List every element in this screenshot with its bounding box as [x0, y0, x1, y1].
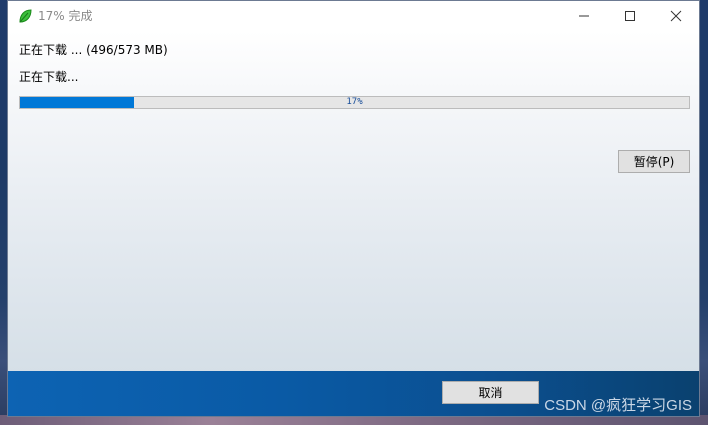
minimize-icon [579, 15, 589, 17]
close-icon [670, 10, 682, 22]
download-status: 正在下载... [19, 70, 79, 84]
progress-label: 17% [346, 97, 363, 107]
cancel-button[interactable]: 取消 [442, 381, 539, 404]
dialog-content: 正在下载 ... (496/573 MB) 正在下载... 17% 暂停(P) [8, 31, 699, 373]
green-leaf-icon [17, 8, 33, 24]
download-size-status: 正在下载 ... (496/573 MB) [19, 43, 168, 57]
maximize-icon [625, 11, 635, 21]
watermark: CSDN @疯狂学习GIS [544, 397, 692, 414]
pause-button[interactable]: 暂停(P) [618, 150, 690, 173]
download-dialog: 17% 完成 正在下载 ... (496/573 MB) 正在下载... 17%… [7, 0, 700, 417]
minimize-button[interactable] [561, 1, 607, 31]
maximize-button[interactable] [607, 1, 653, 31]
progress-bar: 17% [19, 96, 690, 109]
title-bar[interactable]: 17% 完成 [8, 1, 699, 31]
close-button[interactable] [653, 1, 699, 31]
window-title: 17% 完成 [38, 9, 93, 23]
